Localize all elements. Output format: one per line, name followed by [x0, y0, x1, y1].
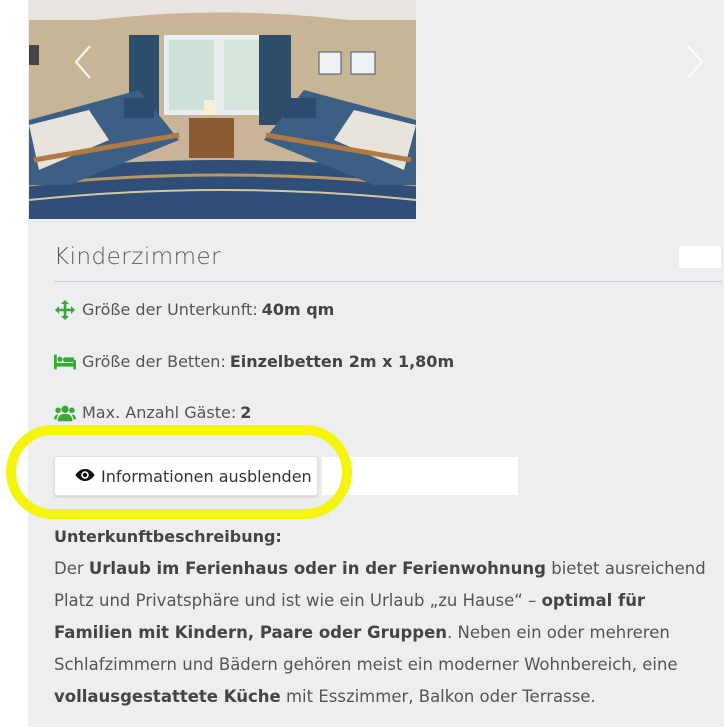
- highlight-annotation: [6, 425, 352, 519]
- title-divider: [54, 281, 722, 282]
- feature-beds-label: Größe der Betten:: [82, 352, 226, 371]
- feature-guests: Max. Anzahl Gäste: 2: [54, 403, 251, 422]
- feature-beds-value: Einzelbetten 2m x 1,80m: [229, 352, 455, 371]
- feature-size-label: Größe der Unterkunft:: [82, 300, 258, 319]
- carousel-next-icon[interactable]: [680, 42, 710, 82]
- desc-bold: vollausgestattete Küche: [54, 687, 281, 706]
- bed-icon: [54, 353, 76, 371]
- feature-beds: Größe der Betten: Einzelbetten 2m x 1,80m: [54, 352, 454, 371]
- users-icon: [54, 404, 76, 422]
- carousel-prev-icon[interactable]: [68, 42, 98, 82]
- feature-guests-value: 2: [240, 403, 252, 422]
- feature-size-value: 40m qm: [261, 300, 335, 319]
- room-photo[interactable]: [29, 0, 416, 219]
- page-gutter: [0, 0, 28, 727]
- room-action-chip[interactable]: [679, 246, 721, 268]
- desc-part: mit Esszimmer, Balkon oder Terrasse.: [280, 687, 596, 706]
- desc-part: Der: [54, 559, 89, 578]
- description-text: Der Urlaub im Ferienhaus oder in der Fer…: [54, 553, 722, 713]
- description-heading: Unterkunftbeschreibung:: [54, 527, 282, 546]
- feature-size: Größe der Unterkunft: 40m qm: [54, 299, 335, 320]
- desc-bold: Urlaub im Ferienhaus oder in der Ferienw…: [88, 559, 546, 578]
- room-title: Kinderzimmer: [54, 244, 222, 270]
- arrows-move-icon: [54, 299, 76, 320]
- feature-guests-label: Max. Anzahl Gäste:: [82, 403, 237, 422]
